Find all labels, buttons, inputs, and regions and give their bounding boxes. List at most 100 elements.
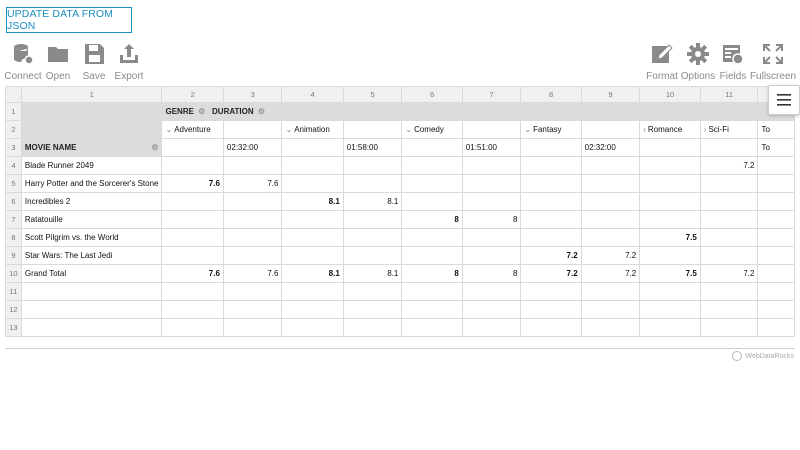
value-cell[interactable]: 8 bbox=[461, 210, 522, 229]
empty-cell[interactable] bbox=[580, 318, 641, 337]
empty-cell[interactable] bbox=[342, 282, 403, 301]
value-cell[interactable]: 8 bbox=[401, 264, 463, 283]
empty-cell[interactable] bbox=[401, 282, 463, 301]
empty-cell[interactable] bbox=[461, 300, 522, 319]
value-cell[interactable] bbox=[401, 246, 463, 265]
value-cell[interactable] bbox=[161, 228, 224, 247]
empty-cell[interactable] bbox=[342, 318, 403, 337]
value-cell[interactable] bbox=[639, 246, 701, 265]
empty-cell[interactable] bbox=[639, 300, 701, 319]
empty-cell[interactable] bbox=[757, 282, 795, 301]
value-cell[interactable] bbox=[161, 246, 224, 265]
empty-cell[interactable] bbox=[401, 300, 463, 319]
value-cell[interactable]: 8 bbox=[461, 264, 522, 283]
value-cell[interactable] bbox=[161, 192, 224, 211]
value-cell[interactable] bbox=[757, 228, 795, 247]
value-cell[interactable] bbox=[161, 156, 224, 175]
chevron-down-icon[interactable]: ⌄ bbox=[405, 125, 412, 134]
value-cell[interactable] bbox=[281, 174, 344, 193]
value-cell[interactable] bbox=[639, 174, 701, 193]
options-button[interactable]: Options bbox=[681, 42, 715, 82]
value-cell[interactable] bbox=[222, 228, 283, 247]
open-button[interactable]: Open bbox=[44, 42, 72, 82]
value-cell[interactable] bbox=[461, 228, 522, 247]
value-cell[interactable] bbox=[639, 192, 701, 211]
value-cell[interactable] bbox=[461, 174, 522, 193]
value-cell[interactable] bbox=[342, 210, 403, 229]
value-cell[interactable] bbox=[639, 210, 701, 229]
value-cell[interactable] bbox=[639, 156, 701, 175]
empty-cell[interactable] bbox=[699, 318, 759, 337]
value-cell[interactable] bbox=[222, 210, 283, 229]
value-cell[interactable] bbox=[281, 246, 344, 265]
empty-cell[interactable] bbox=[281, 300, 344, 319]
format-button[interactable]: Format bbox=[646, 42, 678, 82]
empty-cell[interactable] bbox=[639, 282, 701, 301]
value-cell[interactable] bbox=[699, 210, 759, 229]
empty-cell[interactable] bbox=[401, 318, 463, 337]
value-cell[interactable] bbox=[757, 156, 795, 175]
value-cell[interactable] bbox=[222, 192, 283, 211]
gear-icon[interactable]: ⚙ bbox=[258, 107, 265, 116]
value-cell[interactable]: 7.5 bbox=[639, 264, 701, 283]
gear-icon[interactable]: ⚙ bbox=[151, 143, 158, 152]
empty-cell[interactable] bbox=[757, 318, 795, 337]
genre-header-romance[interactable]: › Romance bbox=[639, 120, 701, 139]
empty-cell[interactable] bbox=[520, 318, 582, 337]
gear-icon[interactable]: ⚙ bbox=[198, 107, 205, 116]
value-cell[interactable] bbox=[520, 156, 582, 175]
value-cell[interactable]: 8.1 bbox=[281, 192, 344, 211]
movie-name-cell[interactable]: Grand Total bbox=[20, 264, 163, 283]
fields-button[interactable]: Fields bbox=[719, 42, 747, 82]
value-cell[interactable] bbox=[342, 228, 403, 247]
value-cell[interactable] bbox=[520, 210, 582, 229]
value-cell[interactable] bbox=[757, 174, 795, 193]
value-cell[interactable] bbox=[461, 246, 522, 265]
value-cell[interactable]: 8.1 bbox=[342, 264, 403, 283]
value-cell[interactable]: 7.6 bbox=[161, 174, 224, 193]
value-cell[interactable] bbox=[580, 156, 641, 175]
empty-cell[interactable] bbox=[161, 318, 224, 337]
value-cell[interactable] bbox=[699, 246, 759, 265]
menu-button[interactable] bbox=[768, 85, 800, 115]
value-cell[interactable] bbox=[580, 210, 641, 229]
value-cell[interactable]: 8 bbox=[401, 210, 463, 229]
save-button[interactable]: Save bbox=[80, 42, 108, 82]
empty-cell[interactable] bbox=[461, 282, 522, 301]
value-cell[interactable] bbox=[461, 156, 522, 175]
movie-name-cell[interactable]: Harry Potter and the Sorcerer's Stone bbox=[20, 174, 163, 193]
value-cell[interactable]: 7.6 bbox=[222, 264, 283, 283]
value-cell[interactable] bbox=[580, 192, 641, 211]
value-cell[interactable] bbox=[401, 174, 463, 193]
value-cell[interactable] bbox=[401, 192, 463, 211]
empty-cell[interactable] bbox=[757, 300, 795, 319]
genre-header-comedy[interactable]: ⌄ Comedy bbox=[401, 120, 463, 139]
value-cell[interactable] bbox=[757, 264, 795, 283]
pivot-grid[interactable]: 1 2 3 4 5 6 7 8 9 10 11 1 GENRE ⚙ DURATI… bbox=[5, 86, 795, 349]
empty-cell[interactable] bbox=[520, 300, 582, 319]
empty-cell[interactable] bbox=[580, 300, 641, 319]
movie-name-cell[interactable]: Blade Runner 2049 bbox=[20, 156, 163, 175]
empty-cell[interactable] bbox=[222, 282, 283, 301]
empty-cell[interactable] bbox=[20, 300, 163, 319]
value-cell[interactable]: 7.2 bbox=[580, 246, 641, 265]
empty-cell[interactable] bbox=[580, 282, 641, 301]
movie-name-cell[interactable]: Ratatouille bbox=[20, 210, 163, 229]
value-cell[interactable]: 7.5 bbox=[639, 228, 701, 247]
value-cell[interactable]: 7.2 bbox=[520, 264, 582, 283]
value-cell[interactable] bbox=[161, 210, 224, 229]
genre-field-label[interactable]: GENRE bbox=[165, 107, 193, 116]
value-cell[interactable] bbox=[520, 228, 582, 247]
export-button[interactable]: Export bbox=[114, 42, 144, 82]
value-cell[interactable] bbox=[461, 192, 522, 211]
empty-cell[interactable] bbox=[639, 318, 701, 337]
value-cell[interactable] bbox=[757, 192, 795, 211]
genre-header-adventure[interactable]: ⌄ Adventure bbox=[161, 120, 224, 139]
value-cell[interactable]: 7.2 bbox=[699, 264, 759, 283]
empty-cell[interactable] bbox=[342, 300, 403, 319]
empty-cell[interactable] bbox=[222, 318, 283, 337]
value-cell[interactable] bbox=[520, 174, 582, 193]
empty-cell[interactable] bbox=[461, 318, 522, 337]
update-data-button[interactable]: UPDATE DATA FROM JSON bbox=[6, 7, 132, 33]
genre-header-animation[interactable]: ⌄ Animation bbox=[281, 120, 344, 139]
